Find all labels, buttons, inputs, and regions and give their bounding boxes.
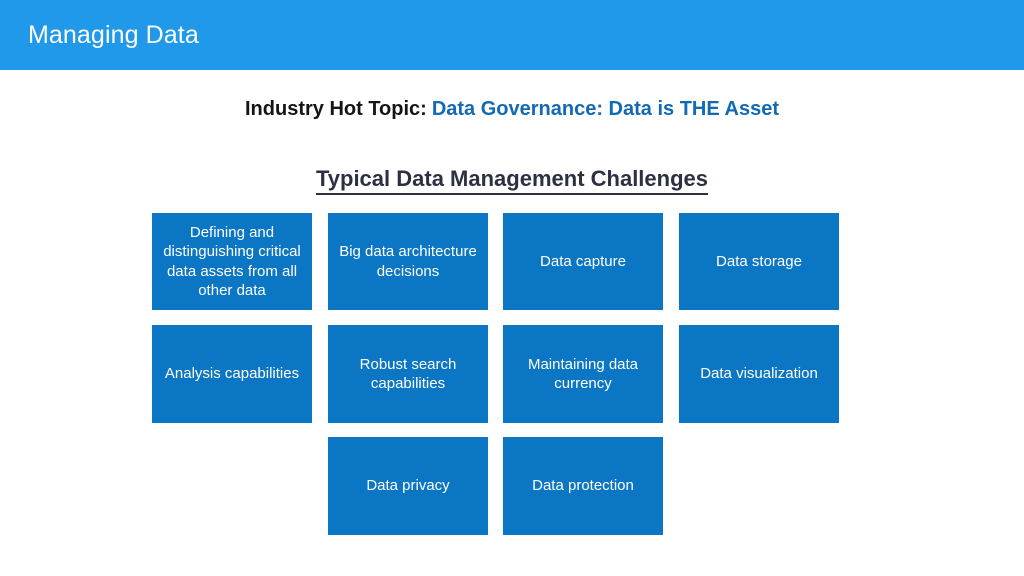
subtitle-topic-text: Data Governance: Data is THE Asset (431, 98, 779, 120)
challenge-tile[interactable]: Data capture (503, 213, 663, 310)
challenge-tile[interactable]: Maintaining data currency (503, 325, 663, 423)
section-heading: Typical Data Management Challenges (0, 165, 1024, 195)
challenge-tile[interactable]: Data protection (503, 437, 663, 535)
section-heading-text: Typical Data Management Challenges (315, 166, 709, 195)
slide-header-bar: Managing Data (0, 0, 1024, 70)
subtitle-line: Industry Hot Topic: Data Governance: Data… (0, 96, 1024, 122)
challenge-tile[interactable]: Big data architecture decisions (328, 213, 488, 310)
challenges-grid: Defining and distinguishing critical dat… (152, 213, 852, 535)
subtitle-lead-text: Industry Hot Topic: (244, 98, 427, 120)
challenge-tile[interactable]: Data storage (679, 213, 839, 310)
challenge-tile[interactable]: Robust search capabilities (328, 325, 488, 423)
challenge-tile[interactable]: Data visualization (679, 325, 839, 423)
page-title: Managing Data (28, 21, 199, 49)
challenge-tile[interactable]: Analysis capabilities (152, 325, 312, 423)
challenge-tile[interactable]: Defining and distinguishing critical dat… (152, 213, 312, 310)
challenge-tile[interactable]: Data privacy (328, 437, 488, 535)
